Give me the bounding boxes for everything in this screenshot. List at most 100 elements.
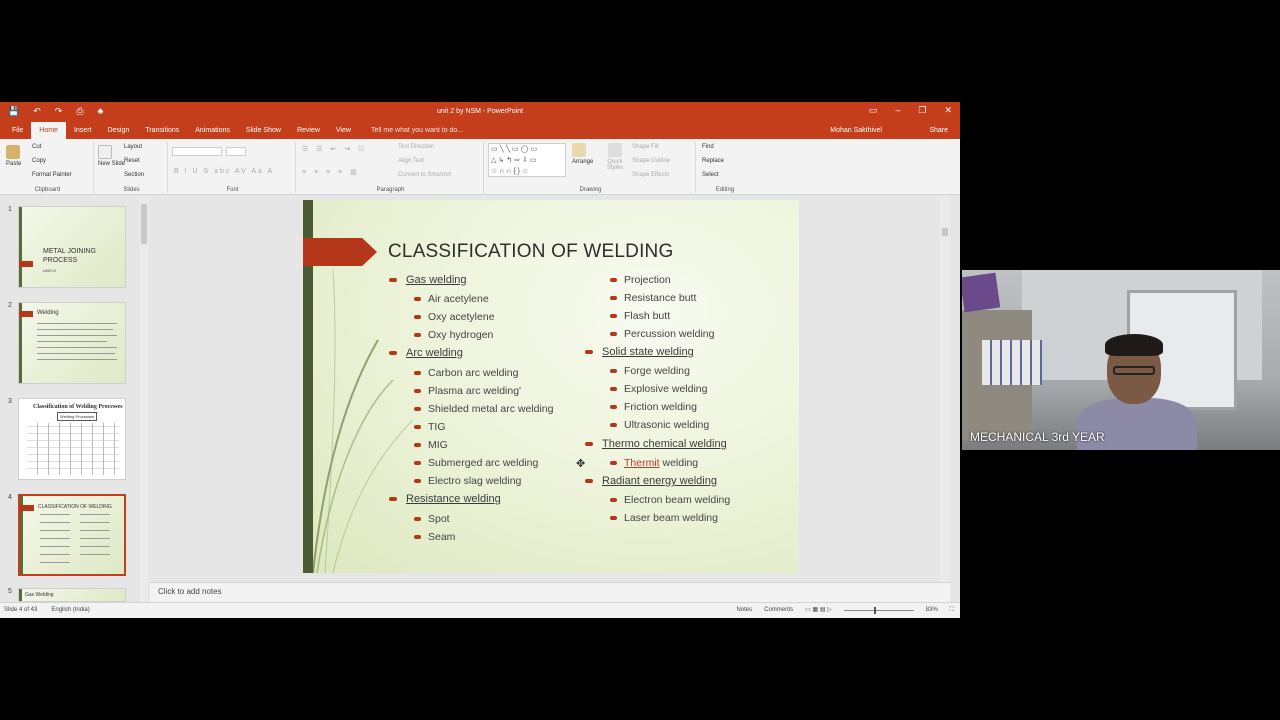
- new-slide-button[interactable]: New Slide: [98, 145, 125, 167]
- bullet-friction: Friction welding: [610, 401, 697, 413]
- tell-me-box[interactable]: Tell me what you want to do...: [359, 127, 463, 134]
- slide-thumbnail-1[interactable]: METAL JOINING PROCESS UNIT-II: [18, 206, 126, 288]
- thumbnail-scrollbar[interactable]: [140, 196, 148, 602]
- clipboard-label: Clipboard: [34, 187, 61, 193]
- section-button[interactable]: Section: [124, 172, 144, 178]
- slide-thumbnail-2[interactable]: Welding: [18, 302, 126, 384]
- zoom-slider[interactable]: [843, 607, 914, 614]
- zoom-level[interactable]: 83%: [926, 603, 938, 618]
- bullet-tig: TIG: [414, 421, 446, 433]
- bullet-oxy-acetylene: Oxy acetylene: [414, 311, 495, 323]
- thumb-3-tree: [27, 423, 119, 475]
- slide-editing-area: CLASSIFICATION OF WELDING Gas welding Ai…: [150, 196, 950, 582]
- tab-review[interactable]: Review: [289, 122, 328, 139]
- select-button[interactable]: Select: [702, 172, 719, 178]
- paste-button[interactable]: Paste: [6, 145, 21, 167]
- status-bar: Slide 4 of 43 English (India) Notes Comm…: [0, 602, 960, 618]
- bullet-laser-beam: Laser beam welding: [610, 512, 718, 524]
- slides-label: Slides: [123, 187, 140, 193]
- window-controls: ▭ – ❐ ✕: [869, 105, 952, 116]
- thumb-number-1: 1: [8, 206, 12, 213]
- bullet-oxy-hydrogen: Oxy hydrogen: [413, 329, 494, 341]
- tab-home[interactable]: Home: [31, 122, 66, 139]
- bullet-projection: Projection: [610, 274, 671, 286]
- font-name-box[interactable]: [172, 147, 222, 156]
- webcam-label: MECHANICAL 3rd YEAR: [970, 430, 1105, 444]
- clipboard-group: Paste Cut Copy Format Painter Clipboard: [2, 141, 94, 193]
- tab-file[interactable]: File: [4, 122, 31, 139]
- powerpoint-window: 💾 ↶ ↷ ⎙ ♣ unit 2 by NSM - PowerPoint ▭ –…: [0, 102, 960, 618]
- cut-button[interactable]: Cut: [32, 144, 41, 150]
- slide-counter: Slide 4 of 43: [4, 607, 38, 613]
- bullet-submerged-arc: Submerged arc welding: [413, 457, 539, 469]
- font-style-buttons[interactable]: B I U S abc AV Aa A: [174, 168, 274, 175]
- paste-icon: [6, 145, 20, 159]
- slide-thumbnail-4[interactable]: CLASSIFICATION OF WELDING: [18, 494, 126, 576]
- notes-pane[interactable]: Click to add notes: [150, 582, 950, 602]
- comments-button[interactable]: Comments: [764, 603, 793, 618]
- arrange-button[interactable]: Arrange: [572, 143, 593, 165]
- convert-smartart-button[interactable]: Convert to SmartArt: [398, 172, 451, 178]
- tab-slide-show[interactable]: Slide Show: [238, 122, 289, 139]
- slide-title: CLASSIFICATION OF WELDING: [388, 241, 674, 262]
- thumb-number-5: 5: [8, 588, 12, 595]
- font-group: B I U S abc AV Aa A Font: [170, 141, 296, 193]
- ribbon-display-icon[interactable]: ▭: [869, 105, 878, 116]
- thumb-1-title: METAL JOINING PROCESS: [43, 248, 96, 264]
- copy-button[interactable]: Copy: [32, 158, 46, 164]
- paragraph-label: Paragraph: [376, 187, 405, 193]
- normal-view-icon[interactable]: ▭ ▦ ▤ ▷: [805, 603, 832, 618]
- reset-button[interactable]: Reset: [124, 158, 140, 164]
- close-icon[interactable]: ✕: [944, 105, 952, 116]
- notes-button[interactable]: Notes: [736, 603, 752, 618]
- tab-design[interactable]: Design: [99, 122, 137, 139]
- language-indicator[interactable]: English (India): [51, 603, 89, 618]
- bullet-gas-welding: Gas welding: [389, 274, 467, 286]
- tab-insert[interactable]: Insert: [66, 122, 100, 139]
- slides-group: New Slide Layout Reset Section Slides: [96, 141, 168, 193]
- editing-group: Find Replace Select Editing: [698, 141, 752, 193]
- editing-label: Editing: [715, 187, 735, 193]
- thumb-1-subtitle: UNIT-II: [43, 268, 56, 273]
- minimize-icon[interactable]: –: [895, 105, 900, 116]
- fit-slide-icon[interactable]: ⛶: [950, 603, 954, 618]
- find-button[interactable]: Find: [702, 144, 714, 150]
- replace-button[interactable]: Replace: [702, 158, 724, 164]
- quick-styles-button[interactable]: Quick Styles: [602, 143, 628, 171]
- thumb-3-root: Welding Processes: [57, 412, 98, 421]
- quick-styles-icon: [608, 143, 622, 157]
- slide-thumbnail-3[interactable]: Classification of Welding Processes Weld…: [18, 398, 126, 480]
- paragraph-group: ☰ ☰ ⇤ ⇥ ☷ ≡ ≡ ≡ ≡ ▥ Text Direction Align…: [298, 141, 484, 193]
- user-name[interactable]: Mohan Sakthivel: [830, 127, 882, 134]
- layout-button[interactable]: Layout: [124, 144, 142, 150]
- bullet-solid-state: Solid state welding: [585, 346, 694, 358]
- ribbon: Paste Cut Copy Format Painter Clipboard …: [0, 139, 960, 195]
- shapes-gallery[interactable]: ▭╲╲▭◯▭ △↳↰⇨⇩▭ ☆∩∩{}☆: [488, 143, 566, 177]
- bullet-percussion: Percussion welding: [609, 328, 715, 340]
- shape-fill-button[interactable]: Shape Fill: [632, 144, 659, 150]
- slide-thumbnail-5[interactable]: Gas Welding: [18, 588, 126, 602]
- webcam-feed: MECHANICAL 3rd YEAR: [962, 270, 1280, 450]
- format-painter-button[interactable]: Format Painter: [32, 172, 72, 178]
- shape-effects-button[interactable]: Shape Effects: [632, 172, 669, 178]
- align-buttons[interactable]: ≡ ≡ ≡ ≡ ▥: [302, 168, 360, 176]
- bullet-ultrasonic: Ultrasonic welding: [609, 419, 710, 431]
- restore-icon[interactable]: ❐: [918, 105, 926, 116]
- slide-scrollbar[interactable]: [940, 196, 950, 582]
- tab-view[interactable]: View: [328, 122, 359, 139]
- shape-outline-button[interactable]: Shape Outline: [632, 158, 670, 164]
- tab-animations[interactable]: Animations: [187, 122, 238, 139]
- align-text-button[interactable]: Align Text: [398, 158, 424, 164]
- bullet-resistance-welding: Resistance welding: [389, 493, 501, 505]
- current-slide[interactable]: CLASSIFICATION OF WELDING Gas welding Ai…: [303, 200, 799, 573]
- bullet-flash-butt: Flash butt: [609, 310, 671, 322]
- drawing-label: Drawing: [579, 187, 602, 193]
- ribbon-tabs: File Home Insert Design Transitions Anim…: [0, 122, 960, 139]
- tab-transitions[interactable]: Transitions: [137, 122, 187, 139]
- text-direction-button[interactable]: Text Direction: [398, 144, 434, 150]
- font-size-box[interactable]: [226, 147, 246, 156]
- list-buttons[interactable]: ☰ ☰ ⇤ ⇥ ☷: [302, 145, 367, 153]
- thumb-4-title: CLASSIFICATION OF WELDING: [38, 504, 112, 510]
- share-button[interactable]: Share: [929, 127, 948, 134]
- bullet-plasma-arc: Plasma arc welding': [413, 385, 522, 397]
